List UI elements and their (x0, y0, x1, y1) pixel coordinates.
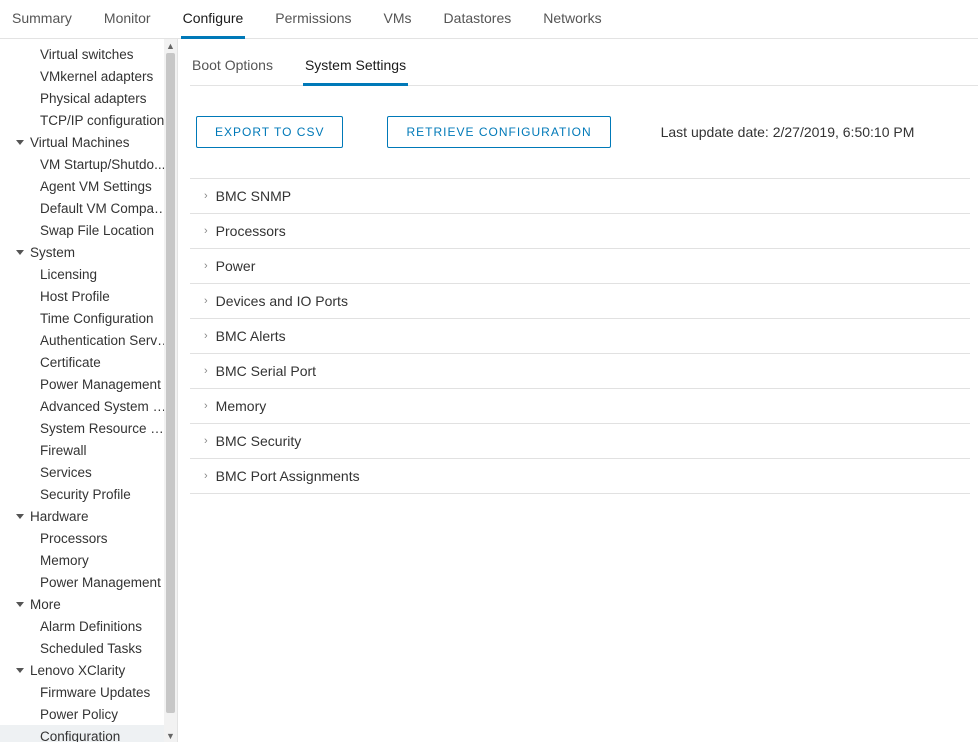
tab-configure[interactable]: Configure (181, 6, 246, 39)
sidebar-item-swap-file-location[interactable]: Swap File Location (0, 219, 177, 241)
sidebar-item-system-resource-re[interactable]: System Resource Re... (0, 417, 177, 439)
caret-down-icon (16, 140, 24, 145)
sidebar-item-processors[interactable]: Processors (0, 527, 177, 549)
sidebar-group-label: Hardware (30, 509, 89, 524)
scrollbar-thumb[interactable] (166, 53, 175, 713)
tab-datastores[interactable]: Datastores (442, 6, 514, 38)
sidebar-item-tcp-ip-configuration[interactable]: TCP/IP configuration (0, 109, 177, 131)
sidebar-item-power-policy[interactable]: Power Policy (0, 703, 177, 725)
caret-down-icon (16, 514, 24, 519)
tab-permissions[interactable]: Permissions (273, 6, 353, 38)
export-csv-button[interactable]: EXPORT TO CSV (196, 116, 343, 148)
sidebar-item-time-configuration[interactable]: Time Configuration (0, 307, 177, 329)
last-update-prefix: Last update date: (661, 124, 773, 140)
caret-down-icon (16, 668, 24, 673)
sidebar-scroll: Virtual switchesVMkernel adaptersPhysica… (0, 43, 177, 742)
accordion-row-power[interactable]: › Power (190, 249, 970, 284)
accordion-row-bmc-serial-port[interactable]: › BMC Serial Port (190, 354, 970, 389)
main-layout: Virtual switchesVMkernel adaptersPhysica… (0, 39, 978, 742)
last-update-value: 2/27/2019, 6:50:10 PM (773, 124, 915, 140)
chevron-right-icon: › (204, 400, 208, 412)
chevron-right-icon: › (204, 435, 208, 447)
accordion-row-label: BMC Port Assignments (216, 468, 360, 484)
sidebar-item-scheduled-tasks[interactable]: Scheduled Tasks (0, 637, 177, 659)
chevron-right-icon: › (204, 260, 208, 272)
sidebar-item-licensing[interactable]: Licensing (0, 263, 177, 285)
sidebar-item-memory[interactable]: Memory (0, 549, 177, 571)
sidebar-group-label: More (30, 597, 61, 612)
accordion-row-label: BMC Serial Port (216, 363, 316, 379)
sidebar-group-label: Lenovo XClarity (30, 663, 125, 678)
accordion-row-label: Memory (216, 398, 267, 414)
sidebar-group-lenovo-xclarity[interactable]: Lenovo XClarity (0, 659, 177, 681)
config-sidebar: Virtual switchesVMkernel adaptersPhysica… (0, 39, 178, 742)
sidebar-group-more[interactable]: More (0, 593, 177, 615)
primary-tabs: Summary Monitor Configure Permissions VMs Dat… (0, 0, 978, 39)
sidebar-item-firmware-updates[interactable]: Firmware Updates (0, 681, 177, 703)
chevron-right-icon: › (204, 330, 208, 342)
accordion-row-label: Devices and IO Ports (216, 293, 348, 309)
caret-down-icon (16, 602, 24, 607)
accordion-row-bmc-security[interactable]: › BMC Security (190, 424, 970, 459)
button-group: EXPORT TO CSV RETRIEVE CONFIGURATION (196, 116, 611, 148)
sidebar-item-security-profile[interactable]: Security Profile (0, 483, 177, 505)
sidebar-item-certificate[interactable]: Certificate (0, 351, 177, 373)
sidebar-group-virtual-machines[interactable]: Virtual Machines (0, 131, 177, 153)
sidebar-item-advanced-system-s[interactable]: Advanced System S... (0, 395, 177, 417)
tab-summary[interactable]: Summary (10, 6, 74, 38)
sidebar-group-label: System (30, 245, 75, 260)
accordion-row-label: BMC SNMP (216, 188, 291, 204)
settings-accordion: › BMC SNMP › Processors › Power › Devices and I… (190, 178, 970, 494)
chevron-right-icon: › (204, 365, 208, 377)
caret-down-icon (16, 250, 24, 255)
sidebar-item-default-vm-compati[interactable]: Default VM Compati... (0, 197, 177, 219)
subtab-boot-options[interactable]: Boot Options (190, 51, 275, 85)
sidebar-group-hardware[interactable]: Hardware (0, 505, 177, 527)
sidebar-item-agent-vm-settings[interactable]: Agent VM Settings (0, 175, 177, 197)
retrieve-config-button[interactable]: RETRIEVE CONFIGURATION (387, 116, 610, 148)
sidebar-item-services[interactable]: Services (0, 461, 177, 483)
accordion-row-label: Power (216, 258, 256, 274)
accordion-row-bmc-alerts[interactable]: › BMC Alerts (190, 319, 970, 354)
sidebar-item-alarm-definitions[interactable]: Alarm Definitions (0, 615, 177, 637)
sidebar-item-configuration[interactable]: Configuration (0, 725, 177, 742)
chevron-right-icon: › (204, 225, 208, 237)
accordion-row-bmc-port-assignments[interactable]: › BMC Port Assignments (190, 459, 970, 494)
accordion-row-label: BMC Alerts (216, 328, 286, 344)
chevron-right-icon: › (204, 470, 208, 482)
sub-tabs: Boot Options System Settings (190, 39, 978, 86)
tab-monitor[interactable]: Monitor (102, 6, 153, 38)
scroll-down-icon[interactable]: ▼ (164, 729, 177, 742)
tab-networks[interactable]: Networks (541, 6, 603, 38)
sidebar-item-vm-startup-shutdo[interactable]: VM Startup/Shutdo... (0, 153, 177, 175)
chevron-right-icon: › (204, 295, 208, 307)
toolbar: EXPORT TO CSV RETRIEVE CONFIGURATION Las… (190, 86, 978, 178)
content-pane: Boot Options System Settings EXPORT TO CS… (178, 39, 978, 742)
sidebar-item-authentication-servi[interactable]: Authentication Servi... (0, 329, 177, 351)
accordion-row-processors[interactable]: › Processors (190, 214, 970, 249)
sidebar-item-physical-adapters[interactable]: Physical adapters (0, 87, 177, 109)
accordion-row-memory[interactable]: › Memory (190, 389, 970, 424)
tab-vms[interactable]: VMs (382, 6, 414, 38)
sidebar-item-power-management[interactable]: Power Management (0, 571, 177, 593)
sidebar-item-host-profile[interactable]: Host Profile (0, 285, 177, 307)
scroll-up-icon[interactable]: ▲ (164, 39, 177, 52)
sidebar-item-power-management[interactable]: Power Management (0, 373, 177, 395)
sidebar-item-firewall[interactable]: Firewall (0, 439, 177, 461)
accordion-row-label: Processors (216, 223, 286, 239)
sidebar-group-system[interactable]: System (0, 241, 177, 263)
accordion-row-bmc-snmp[interactable]: › BMC SNMP (190, 179, 970, 214)
chevron-right-icon: › (204, 190, 208, 202)
sidebar-scrollbar[interactable]: ▲ ▼ (164, 39, 177, 742)
sidebar-item-virtual-switches[interactable]: Virtual switches (0, 43, 177, 65)
last-update-text: Last update date: 2/27/2019, 6:50:10 PM (661, 124, 915, 140)
subtab-system-settings[interactable]: System Settings (303, 51, 408, 86)
accordion-row-devices-and-io-ports[interactable]: › Devices and IO Ports (190, 284, 970, 319)
sidebar-item-vmkernel-adapters[interactable]: VMkernel adapters (0, 65, 177, 87)
accordion-row-label: BMC Security (216, 433, 302, 449)
sidebar-group-label: Virtual Machines (30, 135, 130, 150)
